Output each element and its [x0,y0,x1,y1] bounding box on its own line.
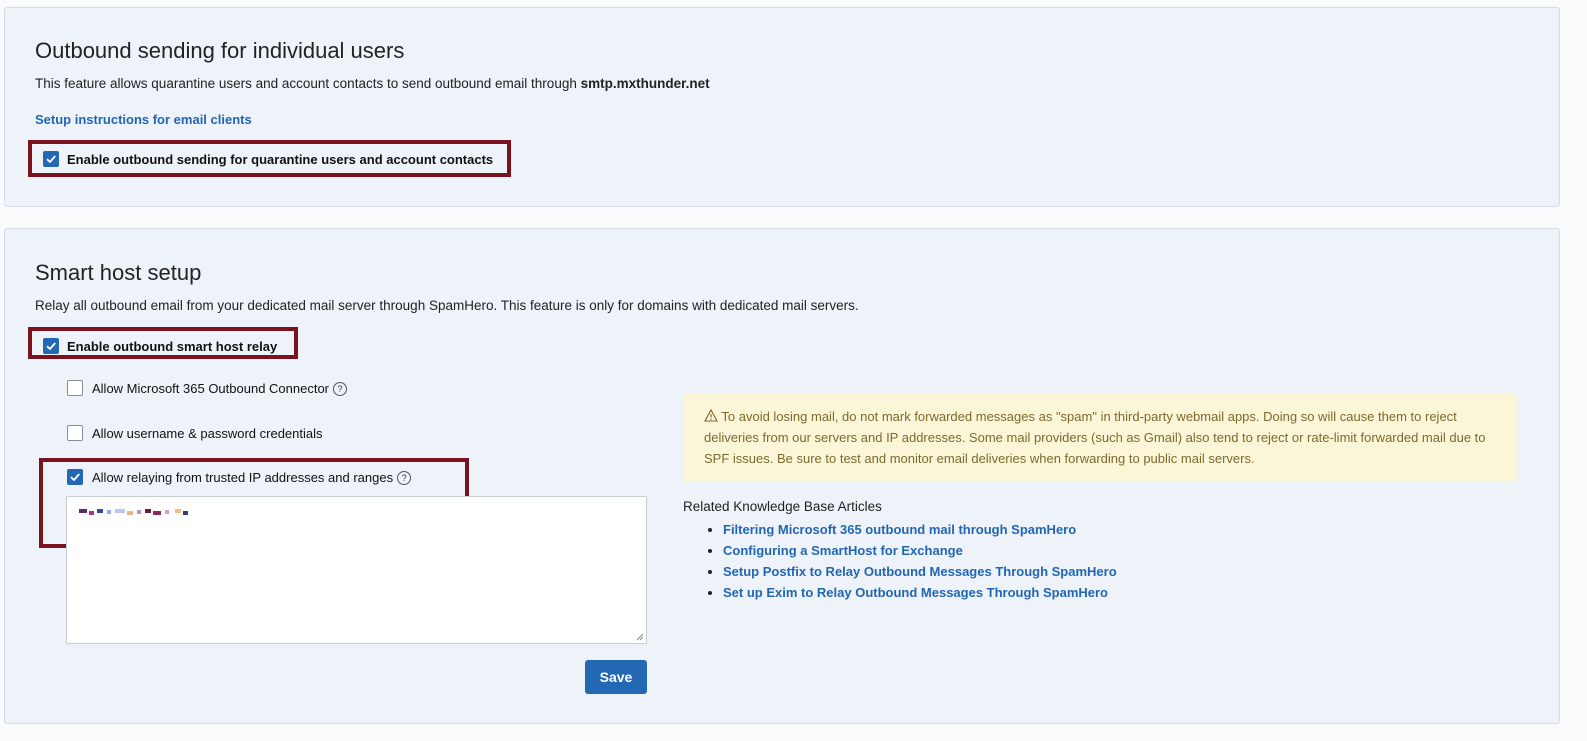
trusted-ip-option: Allow relaying from trusted IP addresses… [92,470,412,485]
warning-text: To avoid losing mail, do not mark forwar… [704,409,1486,466]
check-icon [70,473,80,482]
list-item: Setup Postfix to Relay Outbound Messages… [705,561,1117,582]
trusted-ip-textarea[interactable] [66,496,647,644]
username-password-checkbox[interactable] [67,425,83,441]
smtp-host: smtp.mxthunder.net [580,76,710,91]
smart-host-panel: Smart host setup Relay all outbound emai… [4,228,1560,724]
resize-grip-icon[interactable] [636,633,644,641]
check-icon [46,342,56,351]
kb-articles-list: Filtering Microsoft 365 outbound mail th… [705,519,1117,603]
trusted-ip-label: Allow relaying from trusted IP addresses… [92,470,394,485]
outbound-sending-title: Outbound sending for individual users [35,38,405,63]
setup-instructions-link[interactable]: Setup instructions for email clients [35,112,252,127]
enable-outbound-checkbox[interactable] [43,151,59,167]
enable-smart-host-checkbox[interactable] [43,338,59,354]
kb-article-link[interactable]: Filtering Microsoft 365 outbound mail th… [723,522,1076,537]
outbound-sending-panel: Outbound sending for individual users Th… [4,7,1560,207]
outbound-sending-description: This feature allows quarantine users and… [35,76,710,91]
m365-connector-option: Allow Microsoft 365 Outbound Connector? [92,381,348,396]
kb-article-link[interactable]: Set up Exim to Relay Outbound Messages T… [723,585,1108,600]
username-password-label: Allow username & password credentials [92,426,323,441]
check-icon [46,155,56,164]
list-item: Configuring a SmartHost for Exchange [705,540,1117,561]
warning-triangle-icon [704,408,718,422]
save-button[interactable]: Save [585,660,647,694]
m365-connector-label: Allow Microsoft 365 Outbound Connector [92,381,330,396]
list-item: Filtering Microsoft 365 outbound mail th… [705,519,1117,540]
help-icon[interactable]: ? [397,471,412,485]
warning-alert: To avoid losing mail, do not mark forwar… [683,394,1517,482]
kb-articles-title: Related Knowledge Base Articles [683,499,882,514]
enable-smart-host-label: Enable outbound smart host relay [67,339,278,354]
help-icon[interactable]: ? [333,382,348,396]
list-item: Set up Exim to Relay Outbound Messages T… [705,582,1117,603]
smart-host-title: Smart host setup [35,260,202,285]
smart-host-description: Relay all outbound email from your dedic… [35,298,859,313]
trusted-ip-checkbox[interactable] [67,469,83,485]
kb-article-link[interactable]: Setup Postfix to Relay Outbound Messages… [723,564,1117,579]
enable-outbound-label: Enable outbound sending for quarantine u… [67,152,494,167]
outbound-description-text: This feature allows quarantine users and… [35,76,581,91]
m365-connector-checkbox[interactable] [67,380,83,396]
kb-article-link[interactable]: Configuring a SmartHost for Exchange [723,543,963,558]
